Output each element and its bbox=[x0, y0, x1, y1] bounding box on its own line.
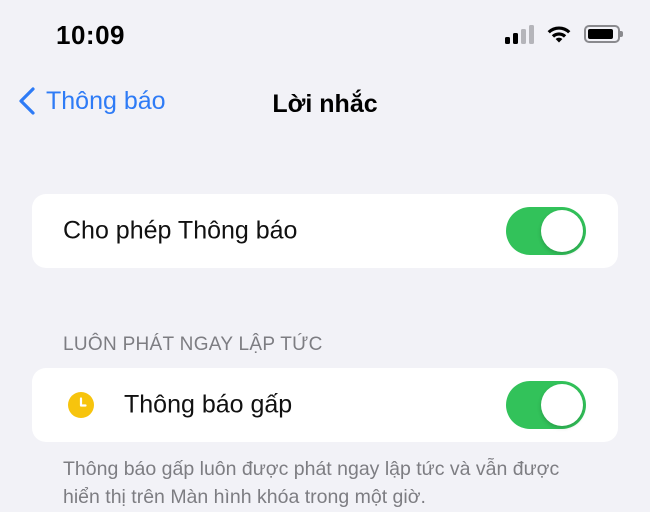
status-time: 10:09 bbox=[56, 20, 125, 50]
section-footer: Thông báo gấp luôn được phát ngay lập tứ… bbox=[63, 458, 560, 508]
section-header: LUÔN PHÁT NGAY LẬP TỨC bbox=[63, 334, 323, 355]
urgent-notifications-row: Thông báo gấp bbox=[32, 368, 618, 442]
urgent-notifications-label: Thông báo gấp bbox=[124, 390, 293, 419]
toggle-knob bbox=[541, 384, 583, 426]
cellular-signal-icon bbox=[505, 24, 534, 44]
page-title: Lời nhắc bbox=[272, 90, 378, 118]
status-icons bbox=[505, 24, 623, 44]
status-bar: 10:09 bbox=[0, 0, 650, 70]
clock-icon bbox=[68, 392, 94, 418]
toggle-knob bbox=[541, 210, 583, 252]
allow-notifications-toggle[interactable] bbox=[506, 207, 586, 255]
allow-notifications-label: Cho phép Thông báo bbox=[63, 216, 298, 245]
allow-notifications-row: Cho phép Thông báo bbox=[32, 194, 618, 268]
battery-icon bbox=[584, 25, 623, 43]
urgent-notifications-toggle[interactable] bbox=[506, 381, 586, 429]
navigation-bar: Thông báo Lời nhắc bbox=[0, 80, 650, 130]
wifi-icon bbox=[547, 26, 571, 43]
